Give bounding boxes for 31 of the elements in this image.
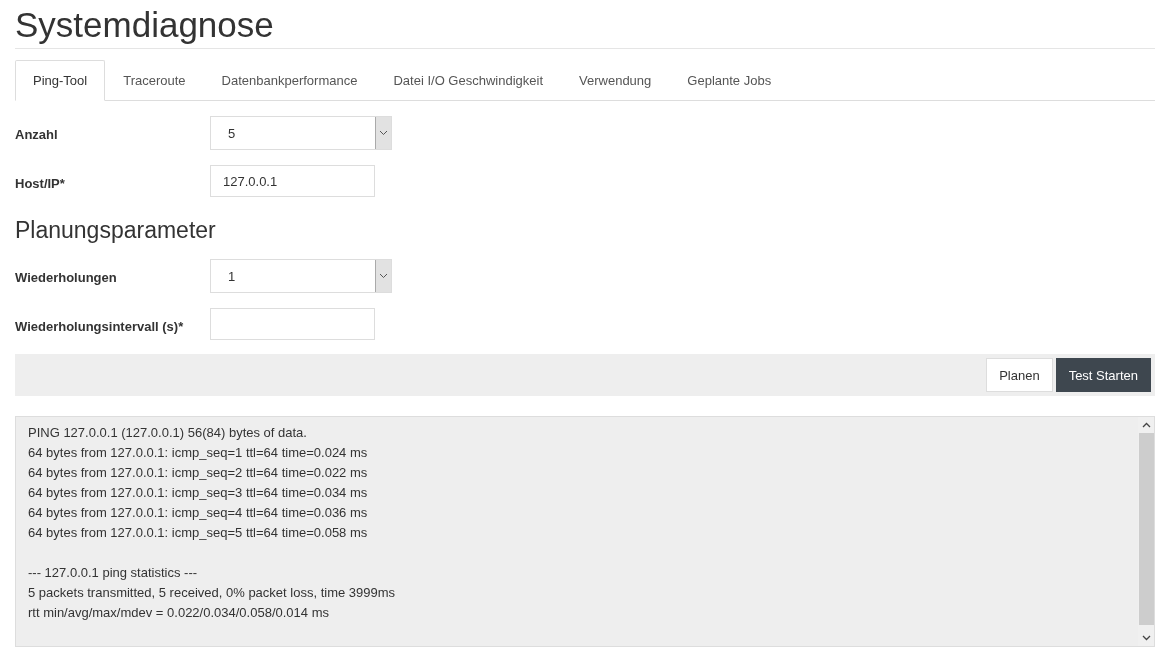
- tab[interactable]: Ping-Tool: [15, 60, 106, 101]
- select-field[interactable]: 5: [210, 116, 392, 150]
- caret-icon: [375, 117, 391, 149]
- field-label: Anzahl: [15, 126, 59, 144]
- output-line: 64 bytes from 127.0.0.1: icmp_seq=4 ttl=64 time=0.036 ms: [28, 504, 369, 522]
- tab[interactable]: Verwendung: [561, 60, 670, 101]
- output-line: 5 packets transmitted, 5 received, 0% packet loss, time 3999ms: [28, 584, 397, 602]
- output-line: --- 127.0.0.1 ping statistics ---: [28, 564, 199, 582]
- output-line: PING 127.0.0.1 (127.0.0.1) 56(84) bytes of data.: [28, 424, 308, 442]
- page-title: Systemdiagnose: [15, 0, 1155, 49]
- output-line: rtt min/avg/max/mdev = 0.022/0.034/0.058/0.014 ms: [28, 604, 330, 622]
- input-field[interactable]: [210, 308, 375, 340]
- select-field[interactable]: 1: [210, 259, 392, 293]
- output-line: 64 bytes from 127.0.0.1: icmp_seq=3 ttl=64 time=0.034 ms: [28, 484, 369, 502]
- scroll-down-icon[interactable]: [1141, 635, 1151, 641]
- input-field[interactable]: 127.0.0.1: [210, 165, 375, 197]
- caret-icon: [375, 260, 391, 292]
- start-button[interactable]: Test Starten: [1055, 358, 1151, 392]
- plan-button[interactable]: Planen: [986, 358, 1053, 392]
- tab[interactable]: Traceroute: [105, 60, 204, 101]
- output-line: 64 bytes from 127.0.0.1: icmp_seq=2 ttl=64 time=0.022 ms: [28, 464, 369, 482]
- field-label: Host/IP*: [15, 175, 66, 193]
- output-line: 64 bytes from 127.0.0.1: icmp_seq=1 ttl=64 time=0.024 ms: [28, 444, 369, 462]
- field-label: Wiederholungsintervall (s)*: [15, 318, 185, 336]
- scroll-up-icon[interactable]: [1141, 422, 1151, 428]
- tab[interactable]: Datenbankperformance: [203, 60, 376, 101]
- field-label: Wiederholungen: [15, 269, 118, 287]
- section-heading: Planungsparameter: [15, 217, 217, 244]
- tab[interactable]: Geplante Jobs: [669, 60, 790, 101]
- tab[interactable]: Datei I/O Geschwindigkeit: [375, 60, 562, 101]
- output-line: 64 bytes from 127.0.0.1: icmp_seq=5 ttl=64 time=0.058 ms: [28, 524, 369, 542]
